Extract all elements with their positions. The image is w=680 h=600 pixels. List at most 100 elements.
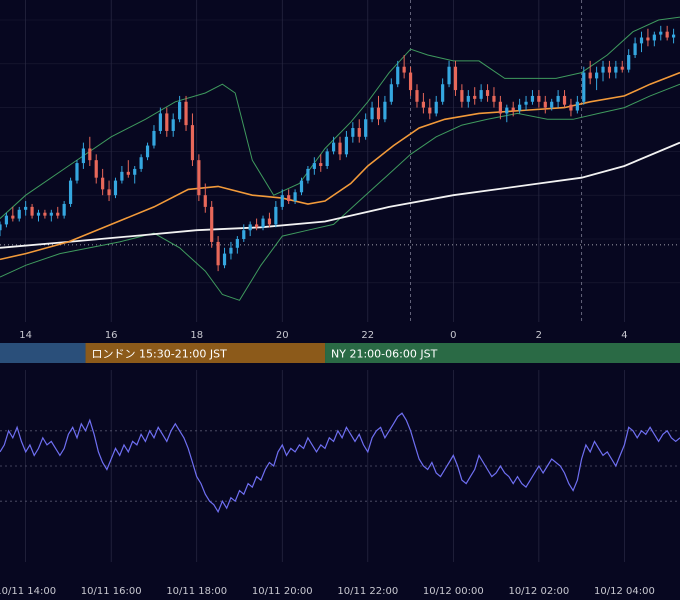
session-bar: ロンドン 15:30-21:00 JST NY 21:00-06:00 JST — [0, 343, 680, 363]
candle-body — [537, 95, 541, 102]
candle-body — [24, 206, 28, 210]
time-axis-tick-label: 10/11 14:00 — [0, 586, 56, 597]
candle-body — [190, 125, 195, 161]
candle-body — [261, 218, 265, 228]
price-axis-tick-label: 16 — [105, 330, 118, 341]
candle-body — [466, 95, 470, 102]
candle-body — [575, 101, 579, 111]
candle-body — [338, 142, 342, 155]
candle-body — [479, 90, 483, 99]
candle-body — [267, 218, 272, 225]
candle-body — [203, 195, 207, 207]
candle-body — [376, 107, 381, 120]
price-axis-tick-label: 18 — [190, 330, 203, 341]
candle-body — [4, 215, 9, 225]
candle-body — [530, 95, 535, 102]
candle-body — [36, 212, 41, 216]
candle-body — [120, 171, 124, 181]
candle-body — [11, 215, 15, 219]
candle-body — [607, 66, 612, 73]
candle-body — [229, 247, 233, 254]
candle-body — [280, 195, 284, 207]
candle-body — [81, 148, 85, 164]
candle-body — [325, 151, 329, 166]
candle-body — [633, 43, 637, 56]
candle-body — [101, 177, 105, 190]
session-block — [0, 343, 86, 363]
candle-body — [562, 95, 567, 105]
candle-body — [178, 101, 182, 120]
candle-body — [415, 90, 419, 102]
candle — [197, 154, 201, 202]
candle-body — [255, 224, 259, 228]
candle-body — [0, 224, 2, 231]
candle-body — [49, 212, 53, 216]
price-axis-tick-label: 4 — [621, 330, 627, 341]
candle-body — [210, 206, 214, 242]
candle-body — [274, 206, 278, 225]
candle-body — [601, 66, 605, 73]
candle-body — [556, 95, 560, 102]
candle-body — [524, 101, 528, 105]
candle — [75, 160, 79, 184]
candle-body — [434, 101, 438, 114]
time-axis-tick-label: 10/12 04:00 — [594, 586, 655, 597]
candle-body — [569, 104, 573, 111]
candle-body — [511, 107, 515, 111]
candle-body — [126, 171, 130, 175]
candle-body — [665, 31, 669, 38]
candle-body — [344, 136, 349, 155]
candle-body — [627, 55, 631, 70]
candle-body — [460, 90, 464, 102]
time-axis-tick-label: 10/12 00:00 — [423, 586, 484, 597]
candle-body — [364, 119, 368, 137]
candle-body — [248, 224, 252, 231]
candle-body — [389, 84, 393, 102]
candle-body — [485, 90, 490, 96]
candle-body — [222, 253, 227, 266]
candle-body — [56, 212, 60, 216]
candle-body — [588, 72, 592, 79]
candle-body — [30, 206, 34, 216]
candle-body — [145, 145, 150, 158]
candle-body — [88, 148, 92, 161]
candle-body — [441, 84, 445, 102]
candle-body — [107, 189, 111, 196]
price-chart[interactable]: 14 16 18 20 22 0 2 4 ロンドン 15:30-21:00 JST NY 21:… — [0, 0, 680, 600]
candle-body — [652, 34, 656, 41]
candle-body — [646, 37, 650, 41]
candle-body — [498, 101, 502, 114]
candle-body — [331, 142, 336, 152]
candle-body — [620, 66, 624, 70]
candle-body — [17, 209, 21, 219]
candle-body — [505, 107, 509, 114]
candle-body — [235, 239, 239, 248]
candle-body — [453, 66, 458, 91]
session-label: NY 21:00-06:00 JST — [331, 348, 438, 361]
candle-body — [43, 212, 47, 216]
candle-body — [408, 72, 413, 91]
candle-body — [62, 203, 66, 216]
candle-body — [139, 157, 143, 169]
candle-body — [351, 128, 355, 137]
candle-body — [357, 128, 361, 137]
candle-body — [165, 113, 169, 131]
candle-body — [171, 119, 175, 131]
candle-body — [216, 241, 220, 266]
candle — [113, 177, 118, 199]
price-axis-tick-label: 2 — [536, 330, 542, 341]
candle-body — [595, 72, 599, 79]
candle-body — [370, 107, 374, 120]
candle-body — [428, 107, 432, 114]
candle-body — [518, 104, 522, 111]
candle-body — [242, 230, 246, 239]
candle — [325, 148, 329, 169]
time-axis-tick-label: 10/11 22:00 — [337, 586, 398, 597]
candle-body — [639, 37, 644, 44]
candle-body — [550, 101, 554, 108]
candle-body — [68, 180, 73, 204]
time-axis-tick-label: 10/12 02:00 — [508, 586, 569, 597]
price-axis-tick-label: 0 — [450, 330, 456, 341]
candle-body — [152, 130, 156, 146]
candle-body — [614, 66, 618, 73]
